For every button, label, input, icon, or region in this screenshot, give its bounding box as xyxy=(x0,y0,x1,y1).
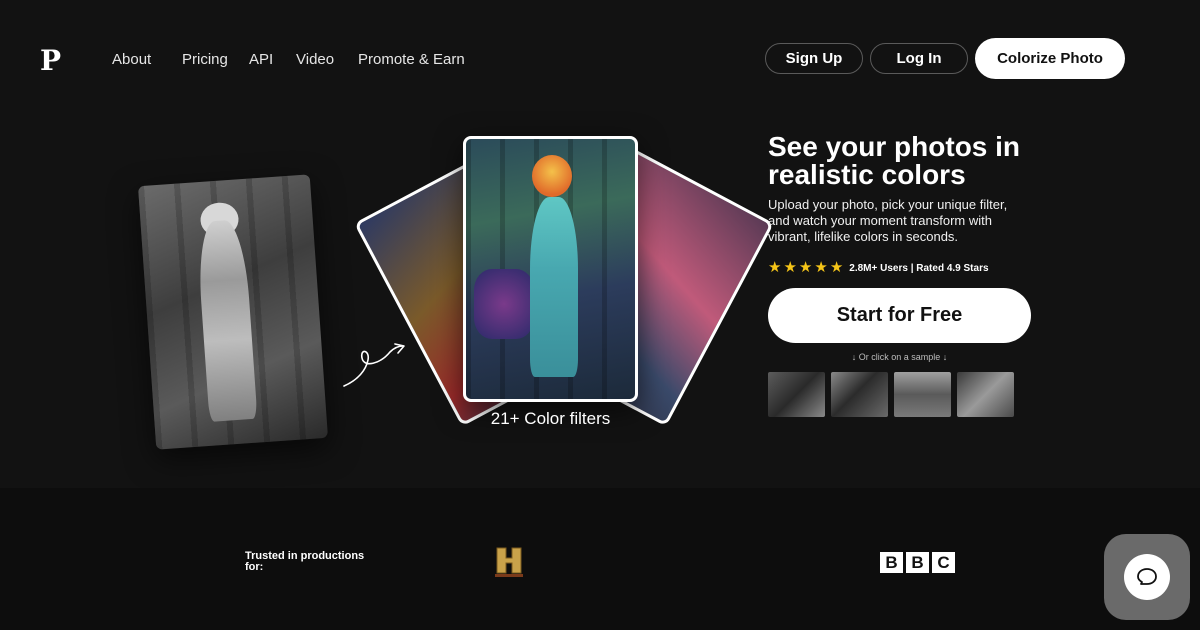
star-icon: ★ xyxy=(829,259,844,276)
star-icon: ★ xyxy=(768,259,782,276)
trusted-label: Trusted in productions for: xyxy=(245,550,365,573)
history-logo xyxy=(495,547,523,577)
start-for-free-button[interactable]: Start for Free xyxy=(768,288,1031,343)
colorized-photo-card-center xyxy=(463,136,638,402)
rating-text: 2.8M+ Users | Rated 4.9 Stars xyxy=(849,262,989,274)
color-filters-label: 21+ Color filters xyxy=(490,409,611,428)
sample-photo-3[interactable] xyxy=(894,372,951,417)
sample-photo-2[interactable] xyxy=(831,372,888,417)
sample-photos xyxy=(768,372,1014,417)
sample-photo-4[interactable] xyxy=(957,372,1014,417)
nav-pricing[interactable]: Pricing xyxy=(182,51,228,68)
nav-api[interactable]: API xyxy=(249,51,273,68)
swirl-arrow-icon xyxy=(343,343,405,387)
sample-hint: ↓ Or click on a sample ↓ xyxy=(851,352,948,362)
hero-headline: See your photos in realistic colors xyxy=(768,131,1021,190)
hero-subtext: Upload your photo, pick your unique filt… xyxy=(768,197,1008,244)
star-icon: ★ xyxy=(814,259,828,276)
star-icon: ★ xyxy=(783,259,797,276)
star-icon: ★ xyxy=(798,259,813,276)
trusted-band xyxy=(0,488,1200,630)
sign-up-button[interactable]: Sign Up xyxy=(765,43,863,74)
sample-photo-1[interactable] xyxy=(768,372,825,417)
colorize-photo-button[interactable]: Colorize Photo xyxy=(975,38,1125,79)
nav-promote-earn[interactable]: Promote & Earn xyxy=(358,51,465,68)
chat-widget-button[interactable] xyxy=(1104,534,1190,620)
log-in-button[interactable]: Log In xyxy=(870,43,968,74)
rating: ★ ★ ★ ★ ★ 2.8M+ Users | Rated 4.9 Stars xyxy=(768,259,989,276)
nav-video[interactable]: Video xyxy=(296,51,334,68)
black-and-white-photo xyxy=(138,174,328,450)
bbc-logo: B B C xyxy=(880,552,955,573)
site-logo[interactable]: P xyxy=(40,44,61,77)
nav-about[interactable]: About xyxy=(112,51,151,68)
chat-bubble-icon xyxy=(1137,568,1157,585)
